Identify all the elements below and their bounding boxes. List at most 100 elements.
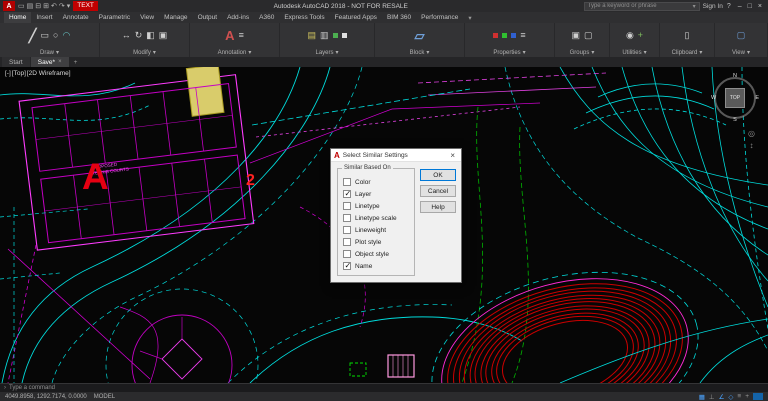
visual-style-button[interactable]: [2D Wireframe] — [27, 70, 71, 77]
panel-label-properties[interactable]: Properties ▾ — [465, 48, 554, 57]
help-button[interactable]: Help — [420, 201, 456, 213]
ortho-toggle-icon[interactable]: ⊥ — [709, 393, 715, 401]
viewcube[interactable]: N S W E TOP — [712, 75, 758, 121]
maximize-button[interactable]: □ — [745, 3, 755, 10]
ok-button[interactable]: OK — [420, 169, 456, 181]
baseball-field[interactable] — [106, 289, 258, 383]
layer-states-icon[interactable]: ▥ — [320, 31, 329, 40]
model-space-button[interactable]: MODEL — [94, 394, 115, 400]
rotate-tool-icon[interactable]: ↻ — [135, 31, 143, 40]
tab-annotate[interactable]: Annotate — [58, 12, 94, 23]
tab-insert[interactable]: Insert — [31, 12, 57, 23]
circle-tool-icon[interactable]: ○ — [53, 31, 58, 40]
minimize-button[interactable]: – — [735, 3, 745, 10]
coordinates-display[interactable]: 4049.8958, 1292.7174, 0.0000 — [5, 394, 87, 400]
viewport-menu-button[interactable]: [-] — [5, 70, 11, 77]
lineweight-toggle-icon[interactable]: ≡ — [737, 393, 741, 400]
linetype-scale-checkbox[interactable] — [343, 214, 351, 222]
polar-toggle-icon[interactable]: ∠ — [719, 393, 725, 401]
view-control-button[interactable]: [Top] — [12, 70, 26, 77]
cancel-button[interactable]: Cancel — [420, 185, 456, 197]
new-icon[interactable]: ▭ — [18, 2, 25, 10]
panel-label-annotation[interactable]: Annotation ▾ — [190, 48, 279, 57]
panel-label-clipboard[interactable]: Clipboard ▾ — [660, 48, 714, 57]
left-boundary[interactable] — [8, 245, 158, 383]
file-tab-drawing[interactable]: Save* × — [31, 57, 69, 67]
tab-bim360[interactable]: BIM 360 — [382, 12, 416, 23]
measure-tool-icon[interactable]: ◉ — [626, 31, 634, 40]
properties-list-icon[interactable]: ≡ — [520, 31, 525, 40]
linetype-checkbox[interactable] — [343, 202, 351, 210]
tab-performance[interactable]: Performance — [416, 12, 463, 23]
new-drawing-tab-button[interactable]: + — [70, 57, 82, 67]
contours-topleft[interactable] — [0, 83, 150, 120]
command-line[interactable]: › Type a command — [0, 383, 768, 392]
panel-label-layers[interactable]: Layers ▾ — [280, 48, 374, 57]
tab-addins[interactable]: Add-ins — [222, 12, 254, 23]
checkbox-row-plot-style[interactable]: Plot style — [343, 236, 411, 248]
checkbox-row-linetype[interactable]: Linetype — [343, 200, 411, 212]
dialog-title-bar[interactable]: A Select Similar Settings × — [331, 149, 461, 162]
ungroup-icon[interactable]: ▢ — [584, 31, 593, 40]
tennis-courts[interactable]: PROPOSED TENNIS COURTS — [18, 67, 254, 250]
viewcube-west[interactable]: W — [711, 95, 716, 101]
plot-style-checkbox[interactable] — [343, 238, 351, 246]
qat-dropdown-icon[interactable]: ▾ — [67, 2, 71, 10]
panel-label-view[interactable]: View ▾ — [715, 48, 767, 57]
annotation-scale-icon[interactable]: + — [745, 393, 749, 400]
save-icon[interactable]: ⊟ — [35, 2, 41, 10]
plot-icon[interactable]: ⊞ — [43, 2, 49, 10]
checkbox-row-layer[interactable]: Layer — [343, 188, 411, 200]
quick-calc-icon[interactable]: + — [638, 31, 643, 40]
color-checkbox[interactable] — [343, 178, 351, 186]
tab-output[interactable]: Output — [193, 12, 223, 23]
move-tool-icon[interactable]: ↔ — [122, 31, 131, 40]
line-tool-icon[interactable]: ╱ — [29, 29, 37, 42]
checkbox-row-lineweight[interactable]: Lineweight — [343, 224, 411, 236]
text-tool-icon[interactable]: A — [225, 29, 234, 42]
panel-label-draw[interactable]: Draw ▾ — [0, 48, 99, 57]
redo-icon[interactable]: ↷ — [59, 2, 65, 10]
hill-contours[interactable] — [574, 84, 726, 129]
viewcube-north[interactable]: N — [733, 73, 737, 79]
command-prompt[interactable]: Type a command — [9, 385, 55, 391]
group-icon[interactable]: ▣ — [571, 31, 580, 40]
help-search-box[interactable]: Type a keyword or phrase ▾ — [584, 2, 700, 11]
customization-tray-icon[interactable] — [753, 393, 763, 400]
app-logo-icon[interactable]: A — [3, 1, 15, 11]
panel-label-utilities[interactable]: Utilities ▾ — [610, 48, 659, 57]
arc-tool-icon[interactable]: ◠ — [62, 31, 70, 40]
steering-wheel-icon[interactable]: ◎ — [748, 129, 755, 138]
checkbox-row-color[interactable]: Color — [343, 176, 411, 188]
help-icon[interactable]: ? — [726, 3, 732, 10]
tab-express-tools[interactable]: Express Tools — [279, 12, 329, 23]
property-lines[interactable] — [252, 73, 606, 137]
tab-manage[interactable]: Manage — [159, 12, 193, 23]
viewcube-south[interactable]: S — [733, 117, 737, 123]
tab-a360[interactable]: A360 — [254, 12, 279, 23]
highlighted-building[interactable] — [186, 67, 224, 116]
view-tool-icon[interactable]: ▢ — [737, 31, 746, 40]
checkbox-row-name[interactable]: Name — [343, 260, 411, 272]
close-button[interactable]: × — [755, 3, 765, 10]
tab-home[interactable]: Home — [4, 12, 31, 23]
open-icon[interactable]: ▤ — [27, 2, 34, 10]
layer-properties-icon[interactable]: ▤ — [307, 31, 316, 40]
tab-featured-apps[interactable]: Featured Apps — [330, 12, 382, 23]
panel-label-block[interactable]: Block ▾ — [375, 48, 464, 57]
dimension-tool-icon[interactable]: ≡ — [239, 31, 244, 40]
signin-label[interactable]: Sign In — [703, 3, 723, 10]
object-style-checkbox[interactable] — [343, 250, 351, 258]
insert-block-icon[interactable]: ▱ — [415, 29, 425, 42]
rectangle-tool-icon[interactable]: ▭ — [41, 31, 50, 40]
layer-checkbox[interactable] — [343, 190, 351, 198]
tab-overflow-icon[interactable]: ▾ — [463, 12, 476, 23]
osnap-toggle-icon[interactable]: ◇ — [728, 393, 733, 401]
trim-tool-icon[interactable]: ◧ — [146, 31, 155, 40]
paste-icon[interactable]: ▯ — [685, 31, 690, 40]
search-dropdown-icon[interactable]: ▾ — [693, 3, 696, 10]
panel-label-groups[interactable]: Groups ▾ — [555, 48, 609, 57]
tab-parametric[interactable]: Parametric — [94, 12, 135, 23]
panel-label-modify[interactable]: Modify ▾ — [100, 48, 189, 57]
dialog-close-icon[interactable]: × — [447, 151, 458, 160]
